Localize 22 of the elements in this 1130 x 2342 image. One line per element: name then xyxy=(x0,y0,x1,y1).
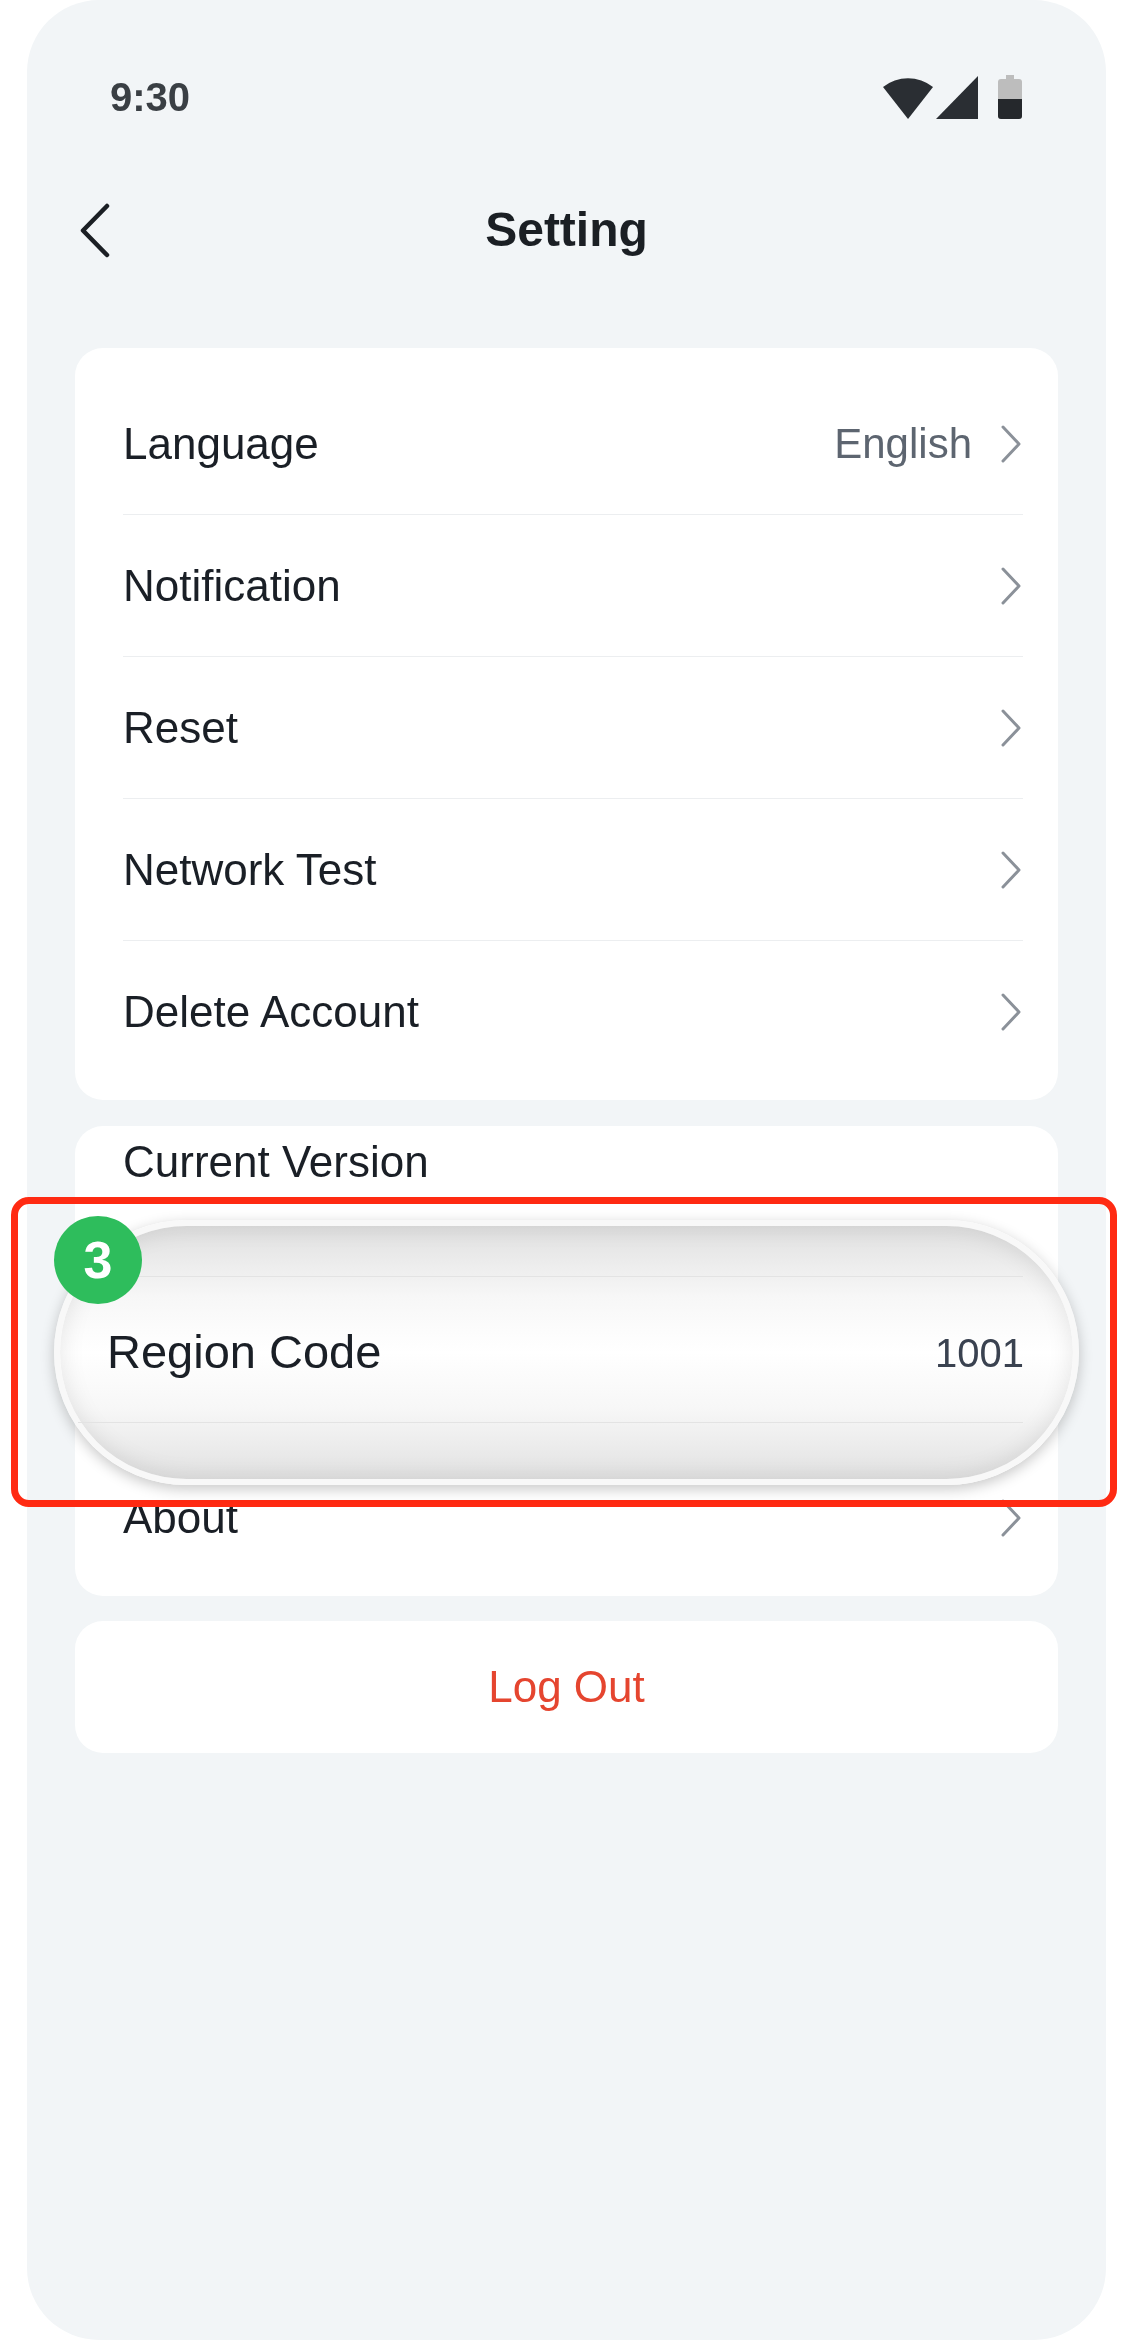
log-out-button[interactable]: Log Out xyxy=(75,1621,1058,1753)
back-icon[interactable] xyxy=(79,202,111,258)
chevron-right-icon[interactable] xyxy=(1000,991,1022,1032)
signal-icon xyxy=(936,76,978,119)
step-badge: 3 xyxy=(54,1216,142,1304)
setting-label[interactable]: Notification xyxy=(123,552,341,619)
setting-label[interactable]: Reset xyxy=(123,694,238,761)
setting-value: 1001 xyxy=(935,1329,1024,1377)
setting-label: Current Version xyxy=(123,1140,429,1184)
page-title: Setting xyxy=(485,202,648,258)
chevron-right-icon[interactable] xyxy=(1000,565,1022,606)
wifi-icon xyxy=(883,75,933,119)
chevron-right-icon[interactable] xyxy=(1000,849,1022,890)
setting-label: Region Code xyxy=(107,1324,382,1381)
setting-label[interactable]: Network Test xyxy=(123,836,377,903)
setting-value: English xyxy=(834,419,972,469)
setting-label[interactable]: Delete Account xyxy=(123,978,419,1045)
status-time: 9:30 xyxy=(110,77,191,117)
chevron-right-icon[interactable] xyxy=(1000,423,1022,464)
battery-icon xyxy=(998,75,1022,119)
chevron-right-icon[interactable] xyxy=(1000,707,1022,748)
setting-label[interactable]: Language xyxy=(123,410,319,477)
